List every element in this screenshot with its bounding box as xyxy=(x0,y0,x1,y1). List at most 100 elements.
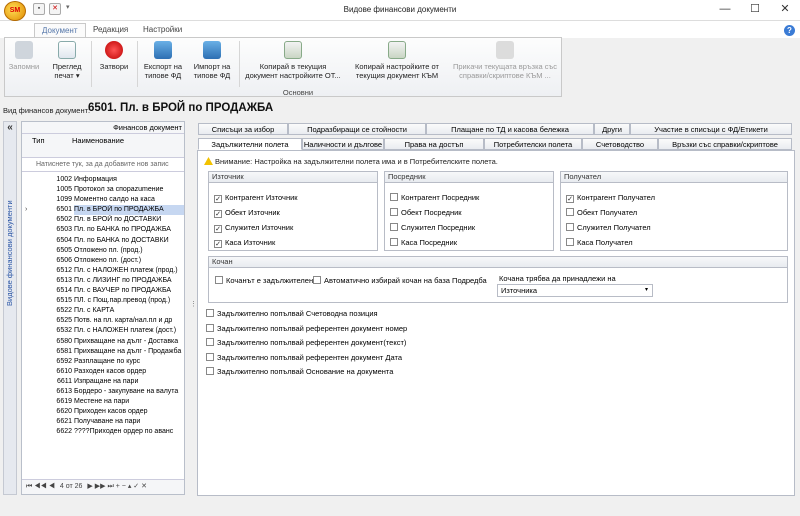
checkbox-item[interactable]: Обект Получател xyxy=(566,208,637,217)
checkbox-item[interactable]: Задължително попълвай Счетоводна позиция xyxy=(206,309,378,318)
table-row[interactable]: 6580 Прихващане на дълг - Доставка xyxy=(22,337,184,347)
tab-required-fields[interactable]: Задължителни полета xyxy=(198,138,302,150)
copy-from-button[interactable]: Копирай в текущия документ настройките О… xyxy=(243,41,343,87)
checkbox-item[interactable]: ✓ Служител Източник xyxy=(214,223,293,233)
tab-stock-debts[interactable]: Наличности и дългове xyxy=(302,138,384,150)
row-name: Приходен касов ордер xyxy=(74,408,148,416)
table-row[interactable]: 6505 Отложено пл. (прод.) xyxy=(22,246,184,256)
minimize-button[interactable]: — xyxy=(710,2,740,18)
attach-link-button[interactable]: Прикачи текущата връзка със справки/скри… xyxy=(451,41,559,87)
collapse-panel-button[interactable]: « xyxy=(4,122,16,134)
checkbox-item[interactable]: ✓ Контрагент Източник xyxy=(214,193,298,203)
checkbox-item[interactable]: Задължително попълвай референтен докумен… xyxy=(206,352,402,362)
table-row[interactable]: 6504 Пл. по БАНКА по ДОСТАВКИ xyxy=(22,236,184,246)
table-row[interactable]: 6503 Пл. по БАНКА по ПРОДАЖБА xyxy=(22,225,184,235)
checkbox-item[interactable]: Контрагент Посредник xyxy=(390,193,479,202)
nav-prev-icon[interactable]: ◀ xyxy=(49,483,55,490)
nav-prev-page-icon[interactable]: ◀◀ xyxy=(34,483,47,490)
close-button[interactable]: ✕ xyxy=(770,2,800,18)
tab-user-fields[interactable]: Потребителски полета xyxy=(484,138,582,150)
tab-default-values[interactable]: Подразбиращи се стойности xyxy=(288,123,426,135)
table-row[interactable]: 6613 Бордеро - закупуване на валута xyxy=(22,387,184,397)
checkbox-item[interactable]: Каса Получател xyxy=(566,238,633,247)
table-row[interactable]: 6512 Пл. с НАЛОЖЕН платеж (прод.) xyxy=(22,266,184,276)
row-code: 6580 xyxy=(56,337,72,345)
tab-settings[interactable]: Настройки xyxy=(136,23,189,38)
tab-reports-scripts[interactable]: Връзки със справки/скриптове xyxy=(658,138,792,150)
table-row[interactable]: 1099 Моментно салдо на каса xyxy=(22,195,184,205)
save-label: Запомни xyxy=(8,62,40,71)
nav-add-icon[interactable]: + xyxy=(116,483,120,490)
checkbox-item[interactable]: Задължително попълвай Основание на докум… xyxy=(206,367,393,376)
print-preview-button[interactable]: Преглед печат ▾ xyxy=(47,41,87,87)
table-row[interactable]: 6620 Приходен касов ордер xyxy=(22,407,184,417)
checkbox-item[interactable]: Каса Посредник xyxy=(390,238,457,247)
tab-document[interactable]: Документ xyxy=(34,23,86,38)
checkbox-item[interactable]: ✓ Контрагент Получател xyxy=(566,193,655,203)
nav-edit-icon[interactable]: ▴ xyxy=(128,483,132,490)
checkbox-item[interactable]: Служител Посредник xyxy=(390,223,475,232)
table-row[interactable]: 6621 Получаване на пари xyxy=(22,417,184,427)
export-label: Експорт на типове ФД xyxy=(143,62,183,80)
tab-pick-lists[interactable]: Списъци за избор xyxy=(198,123,288,135)
checkbox-item[interactable]: Служител Получател xyxy=(566,223,651,232)
checkbox-item[interactable]: Задължително попълвай референтен докумен… xyxy=(206,338,406,347)
copy-to-button[interactable]: Копирай настройките от текущия документ … xyxy=(347,41,447,87)
table-row[interactable]: 6513 Пл. с ЛИЗИНГ по ПРОДАЖБА xyxy=(22,276,184,286)
checkbox-item[interactable]: ✓ Обект Източник xyxy=(214,208,280,218)
save-button[interactable]: Запомни xyxy=(7,41,41,87)
kochan-required-checkbox[interactable]: Кочанът е задължителен xyxy=(215,276,313,285)
kochan-auto-checkbox[interactable]: Автоматично избирай кочан на база Подред… xyxy=(313,276,487,285)
kochan-belongs-select[interactable]: Източника ▾ xyxy=(497,284,653,297)
tab-edit[interactable]: Редакция xyxy=(86,23,135,38)
nav-last-icon[interactable]: ⏭ xyxy=(107,483,113,490)
checkbox-item[interactable]: Обект Посредник xyxy=(390,208,462,217)
table-row[interactable]: 6592 Разплащане по курс xyxy=(22,357,184,367)
maximize-button[interactable]: ☐ xyxy=(740,2,770,18)
row-name: Пл. по БАНКА по ПРОДАЖБА xyxy=(74,226,171,234)
nav-delete-icon[interactable]: − xyxy=(122,483,126,490)
nav-cancel-icon[interactable]: ✕ xyxy=(141,483,147,490)
export-button[interactable]: Експорт на типове ФД xyxy=(139,41,187,87)
tab-payment-receipt[interactable]: Плащане по ТД и касова бележка xyxy=(426,123,594,135)
close-doc-button[interactable]: Затвори xyxy=(95,41,133,87)
table-row[interactable]: 6619 Местене на пари xyxy=(22,397,184,407)
nav-next-page-icon[interactable]: ▶▶ xyxy=(95,483,106,490)
table-row[interactable]: 6514 Пл. с ВАУЧЕР по ПРОДАЖБА xyxy=(22,286,184,296)
row-name: Пл. в БРОЙ по ПРОДАЖБА xyxy=(74,205,184,216)
tab-access-rights[interactable]: Права на достъп xyxy=(384,138,484,150)
table-row[interactable]: 6525 Потв. на пл. карта/нал.пл и др xyxy=(22,316,184,326)
table-row[interactable]: 6502 Пл. в БРОЙ по ДОСТАВКИ xyxy=(22,215,184,225)
tab-accounting[interactable]: Счетоводство xyxy=(582,138,658,150)
nav-next-icon[interactable]: ▶ xyxy=(87,483,92,490)
splitter-handle[interactable]: ⋮ xyxy=(190,300,197,312)
nav-first-icon[interactable]: ⏮ xyxy=(26,483,32,490)
source-group: Източник ✓ Контрагент Източник ✓ Обект Изто… xyxy=(208,171,378,251)
col-name-header[interactable]: Наименование xyxy=(72,136,124,145)
table-row[interactable]: 6506 Отложено пл. (дост.) xyxy=(22,256,184,266)
table-row[interactable]: 6581 Прихващане на дълг - Продажба xyxy=(22,347,184,357)
table-row[interactable]: › 6501 Пл. в БРОЙ по ПРОДАЖБА xyxy=(22,205,184,216)
close-circle-icon xyxy=(105,41,123,59)
table-row[interactable]: 6622 ????Приходен ордер по аванс xyxy=(22,427,184,437)
new-row-input[interactable]: Натиснете тук, за да добавите нов запис xyxy=(22,158,184,172)
nav-save-icon[interactable]: ✓ xyxy=(133,483,139,490)
table-row[interactable]: 1005 Протокол за спорazumение xyxy=(22,185,184,195)
table-row[interactable]: 6515 ПЛ. с Пощ.пар.превод (прод.) xyxy=(22,296,184,306)
row-name: Изпращане на пари xyxy=(74,377,139,385)
side-panel-title[interactable]: Видове финансови документи xyxy=(5,138,16,368)
table-row[interactable]: 6532 Пл. с НАЛОЖЕН платеж (дост.) xyxy=(22,326,184,336)
checkbox-item[interactable]: Задължително попълвай референтен докумен… xyxy=(206,323,407,333)
table-row[interactable]: 1002 Информация xyxy=(22,175,184,185)
tab-participation-lists[interactable]: Участие в списъци с ФД/Етикети xyxy=(630,123,792,135)
checkbox-label: Контрагент Източник xyxy=(225,193,298,202)
table-row[interactable]: 6522 Пл. с КАРТА xyxy=(22,306,184,316)
checkbox-item[interactable]: ✓ Каса Източник xyxy=(214,238,275,248)
col-type-header[interactable]: Тип xyxy=(32,136,45,145)
table-row[interactable]: 6611 Изпращане на пари xyxy=(22,377,184,387)
import-button[interactable]: Импорт на типове ФД xyxy=(189,41,235,87)
row-code: 6506 xyxy=(56,256,72,264)
tab-other[interactable]: Други xyxy=(594,123,630,135)
help-icon[interactable]: ? xyxy=(784,25,795,36)
table-row[interactable]: 6610 Разходен касов ордер xyxy=(22,367,184,377)
